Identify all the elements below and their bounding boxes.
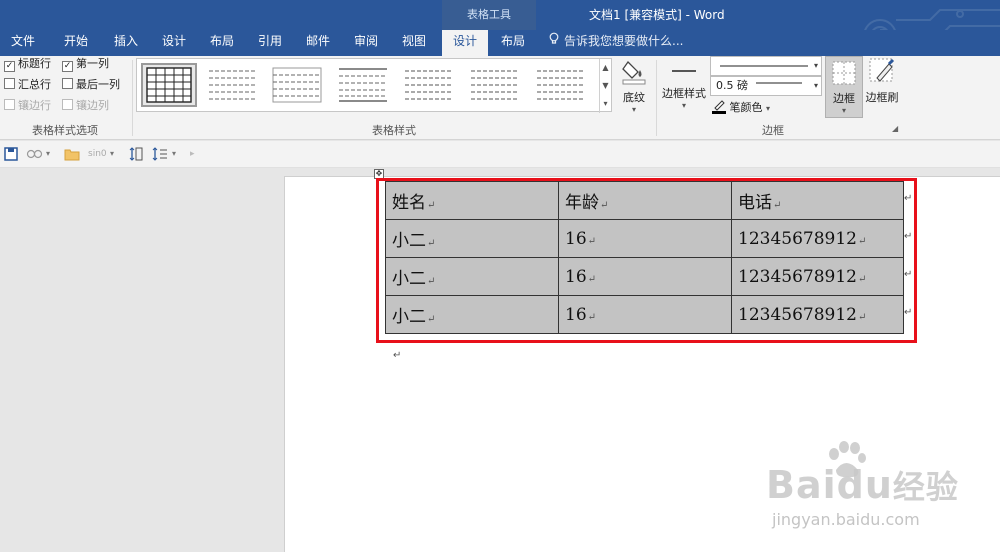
- borders-button[interactable]: 边框 ▾: [825, 56, 863, 118]
- banded-rows-label: 镶边行: [18, 99, 51, 112]
- shading-button[interactable]: 底纹 ▾: [616, 56, 652, 116]
- folder-icon[interactable]: [64, 145, 80, 163]
- borders-grid-icon: [832, 61, 856, 85]
- border-styles-button[interactable]: 边框样式 ▾: [660, 56, 708, 116]
- border-styles-label: 边框样式: [662, 87, 706, 100]
- chevron-down-icon: ▾: [841, 106, 846, 115]
- tab-layout[interactable]: 布局: [200, 30, 244, 56]
- link-icon[interactable]: [26, 145, 44, 163]
- table-grid-icon: [146, 67, 192, 103]
- table-style-plain-1[interactable]: [205, 63, 261, 107]
- total-row-checkbox[interactable]: 汇总行: [4, 77, 51, 93]
- first-column-label: 第一列: [76, 57, 109, 70]
- table-style-grid[interactable]: [141, 63, 197, 107]
- tab-view[interactable]: 视图: [392, 30, 436, 56]
- table-tools-context-label: 表格工具: [442, 0, 536, 30]
- table-style-options-label: 表格样式选项: [32, 124, 98, 137]
- line-weight-value: 0.5 磅: [716, 79, 748, 92]
- borders-dialog-launcher-icon[interactable]: ◢: [892, 124, 898, 133]
- table-style-plain-6[interactable]: [533, 63, 589, 107]
- save-icon[interactable]: [4, 145, 18, 163]
- border-style-line-icon: [672, 70, 696, 72]
- word-window: 表格工具 文档1 [兼容模式] - Word 文件 开始 插入 设计 布局 引用…: [0, 0, 1000, 552]
- table-style-icon: [209, 70, 257, 100]
- chevron-down-icon[interactable]: ▾: [172, 145, 176, 163]
- table-style-icon: [537, 70, 585, 100]
- last-column-label: 最后一列: [76, 78, 120, 91]
- gallery-more-icon[interactable]: ▾: [599, 95, 611, 113]
- table-style-plain-4[interactable]: [401, 63, 457, 107]
- table-style-icon: [272, 67, 322, 103]
- baidu-jingyan-watermark: Baidu经验 jingyan.baidu.com: [762, 440, 992, 540]
- table-style-plain-3[interactable]: [335, 63, 391, 107]
- watermark-brand: Baidu经验: [766, 463, 959, 507]
- table-style-icon: [339, 68, 387, 102]
- chevron-down-icon: ▾: [631, 105, 636, 114]
- banded-rows-checkbox[interactable]: 镶边行: [4, 98, 51, 114]
- shading-label: 底纹: [623, 91, 645, 104]
- table-styles-gallery: ▲ ▼ ▾: [136, 58, 612, 113]
- table-style-icon: [405, 70, 453, 100]
- header-row-label: 标题行: [18, 57, 51, 70]
- toolbar-overflow-icon[interactable]: ▸: [190, 145, 195, 163]
- banded-columns-label: 镶边列: [76, 99, 109, 112]
- paragraph-mark: ↵: [393, 350, 402, 361]
- pen-color-label: 笔颜色: [729, 101, 763, 114]
- table-style-plain-2[interactable]: [269, 63, 325, 107]
- header-row-checkbox[interactable]: ✓ 标题行: [4, 56, 51, 72]
- tab-review[interactable]: 审阅: [344, 30, 388, 56]
- borders-label: 边框: [833, 92, 855, 105]
- line-weight-dropdown[interactable]: 0.5 磅 ▾: [710, 76, 822, 96]
- table-style-icon: [471, 70, 519, 100]
- group-divider: [132, 60, 133, 136]
- tab-insert[interactable]: 插入: [104, 30, 148, 56]
- table-highlight-annotation: [376, 178, 917, 343]
- paint-bucket-icon: [622, 60, 646, 85]
- first-column-checkbox[interactable]: ✓ 第一列: [62, 56, 109, 72]
- tab-table-layout[interactable]: 布局: [490, 30, 536, 56]
- document-title: 文档1 [兼容模式] - Word: [589, 8, 725, 22]
- line-spacing-icon[interactable]: [152, 145, 168, 163]
- line-weight-preview-icon: [755, 82, 802, 84]
- border-painter-button[interactable]: 边框刷: [864, 56, 900, 116]
- pen-color-button[interactable]: 笔颜色 ▾: [712, 98, 770, 116]
- row-height-icon[interactable]: [128, 145, 144, 163]
- border-painter-label: 边框刷: [865, 91, 899, 104]
- table-styles-label: 表格样式: [372, 124, 416, 137]
- checkmark-icon: ✓: [62, 61, 73, 72]
- group-divider: [656, 60, 657, 136]
- checkmark-icon: ✓: [4, 61, 15, 72]
- watermark-url: jingyan.baidu.com: [772, 510, 920, 529]
- ribbon: ✓ 标题行 ✓ 第一列 汇总行 最后一列 镶边行 镶边列 表格样式选项 ▲ ▼ …: [0, 56, 1000, 140]
- ribbon-tab-row: 文件 开始 插入 设计 布局 引用 邮件 审阅 视图 设计 布局 告诉我您想要做…: [0, 30, 1000, 56]
- font-hint: sin0: [88, 149, 107, 159]
- total-row-label: 汇总行: [18, 78, 51, 91]
- chevron-down-icon: ▾: [813, 61, 818, 70]
- line-style-preview-icon: [720, 65, 808, 67]
- tell-me-search[interactable]: 告诉我您想要做什么...: [548, 30, 683, 56]
- chevron-down-icon: ▾: [813, 81, 818, 90]
- table-style-plain-5[interactable]: [467, 63, 523, 107]
- pen-icon: [712, 100, 726, 114]
- tab-home[interactable]: 开始: [54, 30, 98, 56]
- gallery-scroll-up-icon[interactable]: ▲: [599, 59, 611, 77]
- border-painter-icon: [869, 58, 895, 82]
- banded-columns-checkbox[interactable]: 镶边列: [62, 98, 109, 114]
- tab-table-design[interactable]: 设计: [442, 30, 488, 56]
- tab-design[interactable]: 设计: [152, 30, 196, 56]
- quick-access-toolbar: ▾ sin0 ▾ ▾ ▸: [0, 141, 1000, 168]
- chevron-down-icon: ▾: [766, 104, 771, 113]
- chevron-down-icon[interactable]: ▾: [110, 145, 114, 163]
- last-column-checkbox[interactable]: 最后一列: [62, 77, 120, 93]
- tab-mailings[interactable]: 邮件: [296, 30, 340, 56]
- tell-me-placeholder: 告诉我您想要做什么...: [564, 34, 684, 48]
- line-style-dropdown[interactable]: ▾: [710, 56, 822, 76]
- tab-references[interactable]: 引用: [248, 30, 292, 56]
- chevron-down-icon[interactable]: ▾: [46, 145, 50, 163]
- chevron-down-icon: ▾: [681, 101, 686, 110]
- borders-group-label: 边框: [762, 124, 784, 137]
- tab-file[interactable]: 文件: [2, 30, 44, 56]
- gallery-scroll-down-icon[interactable]: ▼: [599, 77, 611, 95]
- lightbulb-icon: [549, 32, 559, 44]
